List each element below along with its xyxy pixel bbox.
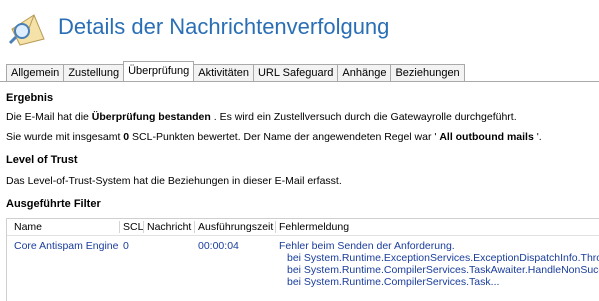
error-line: bei System.Runtime.CompilerServices.Task… [287,264,599,276]
tab-allgemein[interactable]: Allgemein [6,64,65,81]
column-nachricht[interactable]: Nachricht [147,219,191,235]
tab-ueberpruefung[interactable]: Überprüfung [123,61,195,81]
filter-error-message: Fehler beim Senden der Anforderung. bei … [279,240,599,288]
result-heading: Ergebnis [6,92,54,104]
tab-aktivitaeten[interactable]: Aktivitäten [193,64,254,81]
column-separator[interactable] [275,221,276,233]
scl-text: Sie wurde mit insgesamt [6,131,124,143]
tab-divider [0,81,599,82]
error-line: bei System.Runtime.CompilerServices.Task… [287,276,500,288]
filter-scl: 0 [123,240,129,252]
column-ausfuehrungszeit[interactable]: Ausführungszeit [198,219,273,235]
column-scl[interactable]: SCL [123,219,143,235]
tab-anhaenge[interactable]: Anhänge [337,64,392,81]
result-line-2: Sie wurde mit insgesamt 0 SCL-Punkten be… [6,131,542,143]
table-row[interactable]: Core Antispam Engine 0 00:00:04 Fehler b… [7,236,599,300]
trust-text: Das Level-of-Trust-System hat die Bezieh… [6,175,342,187]
rule-text: SCL-Punkten bewertet. Der Name der angew… [129,131,440,143]
page-title: Details der Nachrichtenverfolgung [58,14,390,39]
tab-url-safeguard[interactable]: URL Safeguard [252,64,339,81]
tab-zustellung[interactable]: Zustellung [63,64,125,81]
result-text-tail: . Es wird ein Zustellversuch durch die G… [210,111,517,123]
error-line: bei System.Runtime.ExceptionServices.Exc… [287,252,599,264]
filter-name: Core Antispam Engine [14,240,119,252]
error-line: Fehler beim Senden der Anforderung. [279,240,455,252]
result-status: Überprüfung bestanden [91,111,211,123]
column-fehlermeldung[interactable]: Fehlermeldung [279,219,349,235]
result-line-1: Die E-Mail hat die Überprüfung bestanden… [6,111,517,123]
column-separator[interactable] [119,221,120,233]
trust-heading: Level of Trust [6,154,78,166]
rule-name: All outbound mails [439,131,534,143]
header: Details der Nachrichtenverfolgung [0,0,599,62]
tab-beziehungen[interactable]: Beziehungen [390,64,465,81]
filters-heading: Ausgeführte Filter [6,198,101,210]
tab-bar: Allgemein Zustellung Überprüfung Aktivit… [6,61,465,81]
rule-text-tail: '. [533,131,542,143]
result-text: Die E-Mail hat die [6,111,92,123]
column-separator[interactable] [143,221,144,233]
column-name[interactable]: Name [14,219,42,235]
filter-zeit: 00:00:04 [198,240,239,252]
filters-table: Name SCL Nachricht Ausführungszeit Fehle… [6,218,599,301]
table-header: Name SCL Nachricht Ausführungszeit Fehle… [7,219,599,236]
column-separator[interactable] [194,221,195,233]
envelope-search-icon [6,9,50,49]
